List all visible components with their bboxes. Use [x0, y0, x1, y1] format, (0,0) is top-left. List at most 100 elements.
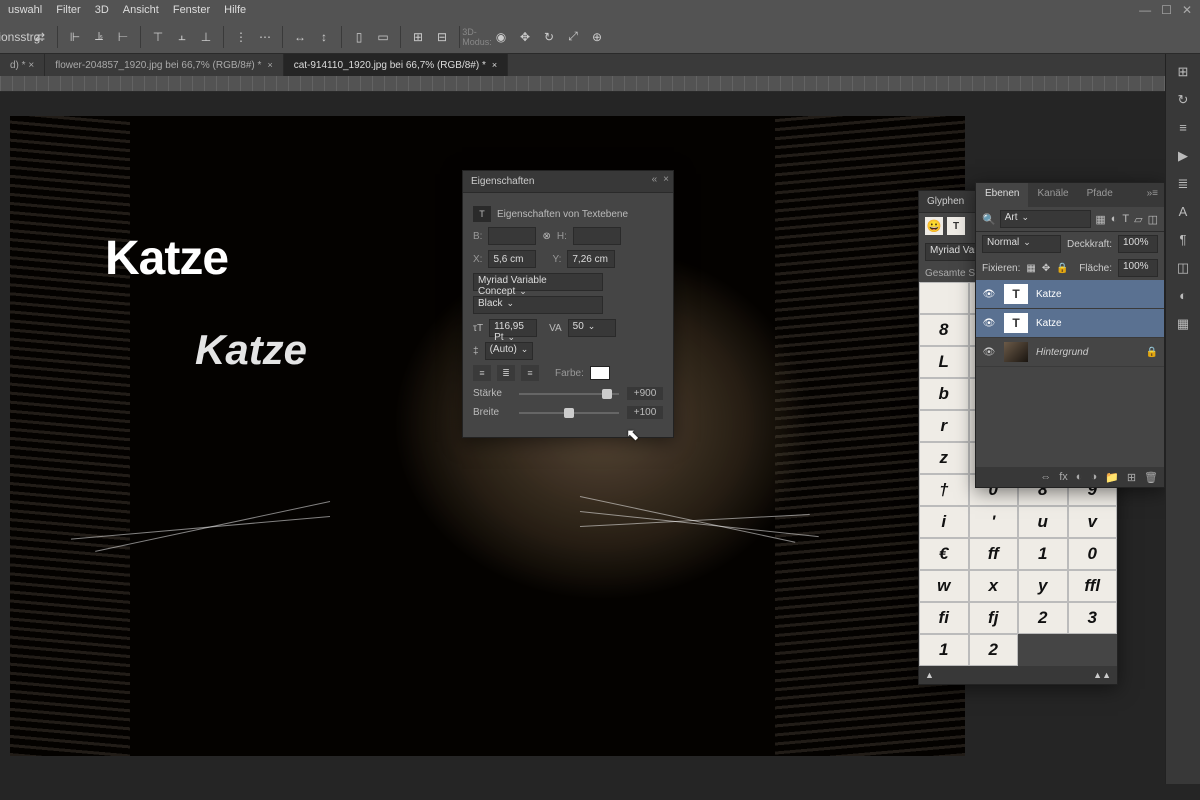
glyph-cell[interactable]: w — [919, 570, 969, 602]
filter-shape-icon[interactable]: ▱ — [1134, 213, 1142, 226]
close-tab-icon[interactable]: × — [267, 60, 272, 70]
tracking-input[interactable]: 50 — [568, 319, 616, 337]
emoji-icon[interactable]: 😀 — [925, 217, 943, 235]
panel-icon[interactable]: ⊞ — [1174, 64, 1192, 82]
toggle-icon[interactable]: ⇄ — [30, 27, 50, 47]
panel-icon[interactable]: ◐ — [1174, 288, 1192, 306]
color-swatch[interactable] — [590, 366, 610, 380]
close-icon[interactable]: ✕ — [1182, 3, 1192, 17]
panel-icon[interactable]: ≣ — [1174, 176, 1192, 194]
width-slider[interactable] — [519, 412, 619, 414]
dist-h-icon[interactable]: ↔ — [290, 27, 310, 47]
size-input[interactable]: 116,95 Pt — [489, 319, 537, 337]
align-right-button[interactable]: ≡ — [521, 365, 539, 381]
adjustment-icon[interactable]: ◑ — [1090, 471, 1097, 483]
link-layers-icon[interactable]: ⇔ — [1040, 471, 1051, 483]
panel-icon[interactable]: ≡ — [1174, 120, 1192, 138]
align-left-button[interactable]: ≡ — [473, 365, 491, 381]
height-input[interactable] — [573, 227, 621, 245]
menu-item[interactable]: Fenster — [173, 4, 210, 16]
glyph-cell[interactable]: † — [919, 474, 969, 506]
filter-smart-icon[interactable]: ◫ — [1148, 213, 1158, 226]
tab-paths[interactable]: Pfade — [1078, 183, 1122, 207]
glyph-cell[interactable]: v — [1068, 506, 1118, 538]
glyph-cell[interactable]: fi — [919, 602, 969, 634]
align-left-icon[interactable]: ⊩ — [65, 27, 85, 47]
fx-icon[interactable]: fx — [1059, 471, 1068, 483]
menu-item[interactable]: Hilfe — [224, 4, 246, 16]
blend-mode[interactable]: Normal — [982, 235, 1061, 253]
lock-pixels-icon[interactable]: ▦ — [1026, 263, 1035, 274]
glyph-cell[interactable]: ff — [969, 538, 1019, 570]
filter-pixel-icon[interactable]: ▦ — [1095, 213, 1105, 226]
glyph-cell[interactable]: b — [919, 378, 969, 410]
align-center-icon[interactable]: ⫡ — [89, 27, 109, 47]
lock-pos-icon[interactable]: ✥ — [1042, 263, 1050, 274]
roll-icon[interactable]: ↻ — [539, 27, 559, 47]
zoom-icon[interactable]: ⊕ — [587, 27, 607, 47]
glyph-cell[interactable] — [919, 282, 969, 314]
text-layer-2[interactable]: Katze — [195, 326, 307, 374]
layer-item[interactable]: 👁 T Katze — [976, 280, 1164, 309]
glyph-cell[interactable]: 1 — [919, 634, 969, 666]
glyph-cell[interactable]: L — [919, 346, 969, 378]
character-icon[interactable]: A — [1174, 204, 1192, 222]
opt-icon[interactable]: ▯ — [349, 27, 369, 47]
play-icon[interactable]: ▶ — [1174, 148, 1192, 166]
fill-input[interactable]: 100% — [1118, 259, 1158, 277]
mask-icon[interactable]: ◐ — [1076, 471, 1083, 483]
filter-adj-icon[interactable]: ◐ — [1111, 213, 1118, 226]
tab-layers[interactable]: Ebenen — [976, 183, 1028, 207]
horizontal-ruler[interactable] — [0, 76, 1200, 92]
close-panel-icon[interactable]: × — [663, 174, 669, 185]
x-input[interactable] — [488, 250, 536, 268]
weight-slider[interactable] — [519, 393, 619, 395]
maximize-icon[interactable]: ☐ — [1161, 3, 1172, 17]
width-value[interactable]: +100 — [627, 406, 663, 419]
dist-v-icon[interactable]: ↕ — [314, 27, 334, 47]
opt-icon[interactable]: ▭ — [373, 27, 393, 47]
new-layer-icon[interactable]: ⊞ — [1127, 471, 1136, 484]
glyph-cell[interactable]: 2 — [1018, 602, 1068, 634]
text-layer-1[interactable]: Katze — [105, 231, 228, 286]
menu-item[interactable]: uswahl — [8, 4, 42, 16]
panel-header[interactable]: Eigenschaften «× — [463, 171, 673, 193]
dist-icon[interactable]: ⋮ — [231, 27, 251, 47]
dist-icon[interactable]: ⋯ — [255, 27, 275, 47]
panel-menu-icon[interactable]: »≡ — [1141, 183, 1164, 207]
glyph-cell[interactable]: z — [919, 442, 969, 474]
glyph-cell[interactable]: 8 — [919, 314, 969, 346]
glyph-cell[interactable]: y — [1018, 570, 1068, 602]
zoom-in-icon[interactable]: ▲▲ — [1093, 670, 1111, 680]
visibility-icon[interactable]: 👁 — [982, 289, 996, 300]
zoom-out-icon[interactable]: ▲ — [925, 670, 934, 680]
leading-input[interactable]: (Auto) — [485, 342, 533, 360]
menu-item[interactable]: Filter — [56, 4, 80, 16]
glyph-cell[interactable]: 2 — [969, 634, 1019, 666]
glyph-cell[interactable]: u — [1018, 506, 1068, 538]
trash-icon[interactable]: 🗑 — [1144, 471, 1158, 484]
orbit-icon[interactable]: ◉ — [491, 27, 511, 47]
style-select[interactable]: Black — [473, 296, 603, 314]
glyph-cell[interactable]: i — [919, 506, 969, 538]
layer-item[interactable]: 👁 Hintergrund 🔒 — [976, 338, 1164, 367]
document-tab[interactable]: cat-914110_1920.jpg bei 66,7% (RGB/8#) *… — [284, 54, 508, 76]
font-select[interactable]: Myriad Variable Concept — [473, 273, 603, 291]
filter-type-icon[interactable]: T — [1122, 213, 1129, 226]
glyph-cell[interactable]: 3 — [1068, 602, 1118, 634]
width-input[interactable] — [488, 227, 536, 245]
opacity-input[interactable]: 100% — [1118, 235, 1158, 253]
align-center-button[interactable]: ≣ — [497, 365, 515, 381]
menu-item[interactable]: Ansicht — [123, 4, 159, 16]
opt-icon[interactable]: ⊞ — [408, 27, 428, 47]
align-top-icon[interactable]: ⊤ — [148, 27, 168, 47]
glyph-cell[interactable]: ffl — [1068, 570, 1118, 602]
glyph-cell[interactable]: 0 — [1068, 538, 1118, 570]
layer-item[interactable]: 👁 T Katze — [976, 309, 1164, 338]
group-icon[interactable]: 📁 — [1105, 471, 1119, 484]
panel-icon[interactable]: ◫ — [1174, 260, 1192, 278]
glyph-cell[interactable]: 1 — [1018, 538, 1068, 570]
align-right-icon[interactable]: ⊢ — [113, 27, 133, 47]
tab-channels[interactable]: Kanäle — [1028, 183, 1077, 207]
layer-filter[interactable]: Art — [1000, 210, 1092, 228]
